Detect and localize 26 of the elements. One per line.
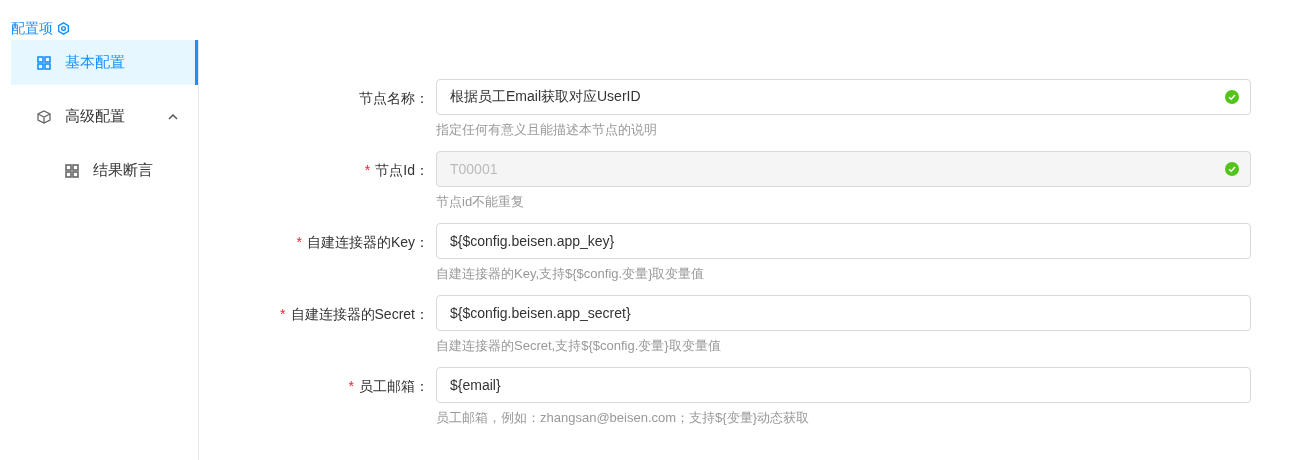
chevron-up-icon[interactable] xyxy=(168,113,178,120)
input-field[interactable]: ${email} xyxy=(436,367,1251,403)
cube-icon xyxy=(37,109,51,124)
help-text: 自建连接器的Secret,支持${$config.变量}取变量值 xyxy=(436,337,722,355)
field-label: 自建连接器的Secret： xyxy=(290,305,429,324)
field-label: 自建连接器的Key： xyxy=(306,233,429,252)
input-field[interactable]: ${$config.beisen.app_secret} xyxy=(436,295,1251,331)
field-label: 节点Id： xyxy=(375,161,429,180)
help-text: 指定任何有意义且能描述本节点的说明 xyxy=(436,121,658,139)
sidebar-title: 配置项 xyxy=(11,18,53,38)
sidebar-item[interactable]: 结果断言 xyxy=(11,148,198,193)
required-asterisk: * xyxy=(280,305,286,324)
field-label: 节点名称： xyxy=(359,89,429,108)
required-asterisk: * xyxy=(348,377,354,396)
help-text: 节点id不能重复 xyxy=(436,193,526,211)
sidebar-item[interactable]: 高级配置 xyxy=(11,94,198,139)
help-text: 员工邮箱，例如：zhangsan@beisen.com；支持${变量}动态获取 xyxy=(436,409,810,427)
grid-icon xyxy=(65,163,79,178)
input-field[interactable]: ${$config.beisen.app_key} xyxy=(436,223,1251,259)
help-text: 自建连接器的Key,支持${$config.变量}取变量值 xyxy=(436,265,706,283)
input-field[interactable]: 根据员工Email获取对应UserID xyxy=(436,79,1251,115)
settings-icon[interactable] xyxy=(57,21,70,35)
required-asterisk: * xyxy=(296,233,302,252)
field-label: 员工邮箱： xyxy=(359,377,429,396)
grid-icon xyxy=(37,55,51,70)
required-asterisk: * xyxy=(364,161,371,180)
